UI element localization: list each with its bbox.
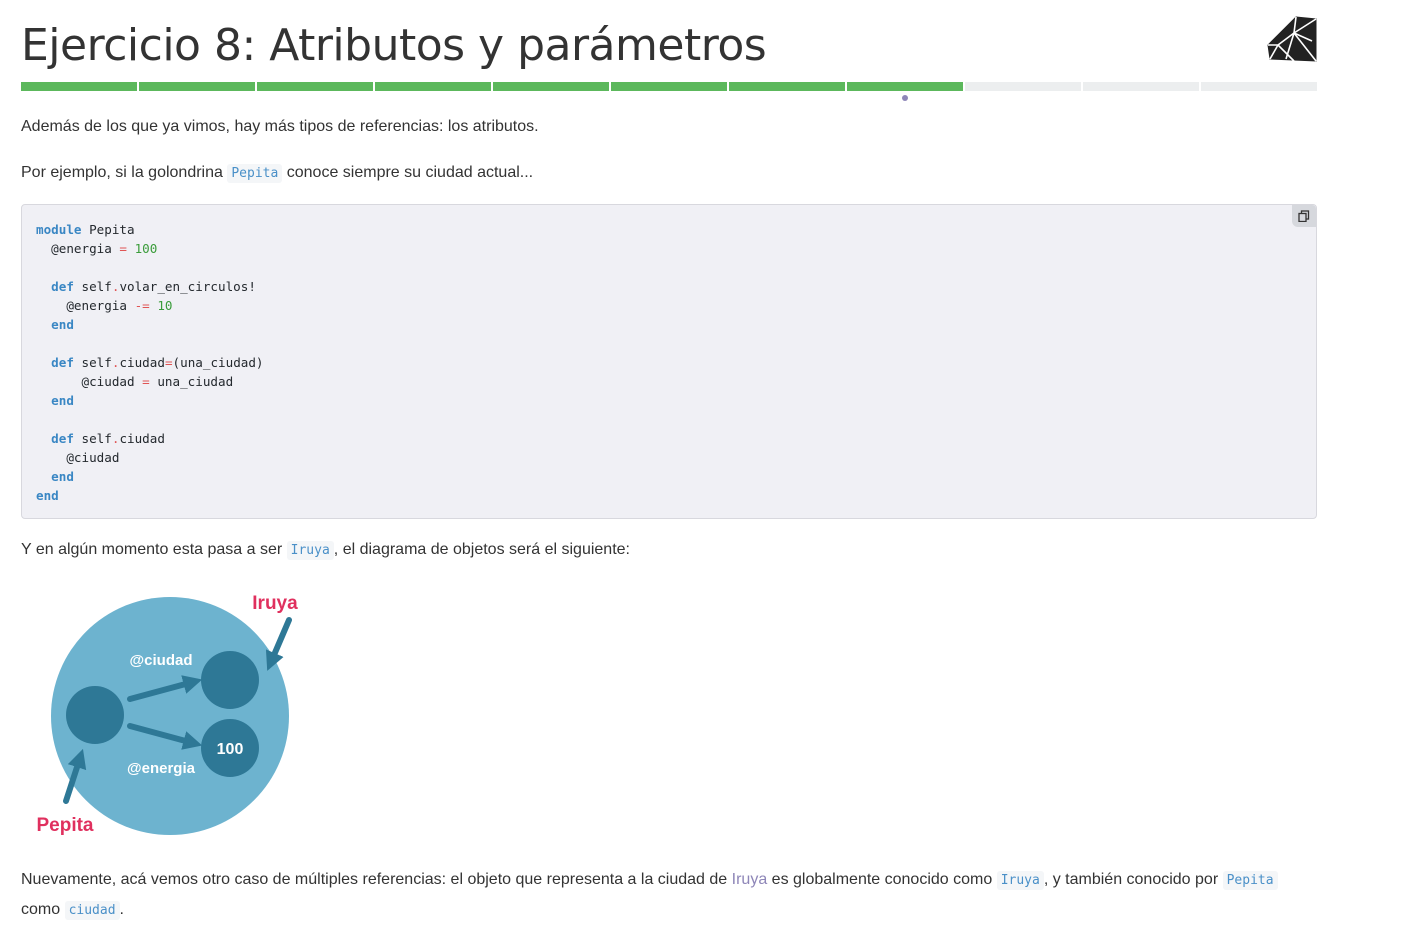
transition-text: Y en algún momento esta pasa a ser xyxy=(21,541,287,558)
energia-label: @energia xyxy=(127,760,196,777)
ruby-source-code: module Pepita @energia = 100 def self.vo… xyxy=(36,222,264,503)
current-step-indicator xyxy=(902,95,908,101)
iruya-link[interactable]: Iruya xyxy=(732,871,768,888)
conclusion-paragraph: Nuevamente, acá vemos otro caso de múlti… xyxy=(21,870,1278,891)
progress-step-1[interactable] xyxy=(21,82,137,91)
energia-value: 100 xyxy=(217,741,244,758)
object-diagram: @ciudad @energia 100 Iruya Pepita xyxy=(30,585,320,840)
code-block: module Pepita @energia = 100 def self.vo… xyxy=(21,204,1317,519)
progress-step-4[interactable] xyxy=(375,82,491,91)
progress-step-3[interactable] xyxy=(257,82,373,91)
conclusion-text-end: . xyxy=(119,901,124,918)
iruya-reference-arrow xyxy=(265,617,292,671)
inline-code-pepita-2: Pepita xyxy=(1222,871,1278,890)
conclusion-text-4: como xyxy=(21,901,65,918)
intro-paragraph: Además de los que ya vimos, hay más tipo… xyxy=(21,118,539,135)
progress-bar xyxy=(21,82,1317,101)
pepita-object xyxy=(66,686,124,744)
progress-step-11[interactable] xyxy=(1201,82,1317,91)
conclusion-text: Nuevamente, acá vemos otro caso de múlti… xyxy=(21,871,732,888)
iruya-object xyxy=(201,651,259,709)
transition-text-end: , el diagrama de objetos será el siguien… xyxy=(333,541,630,558)
ciudad-label: @ciudad xyxy=(130,652,193,669)
progress-step-2[interactable] xyxy=(139,82,255,91)
ruby-gem-icon xyxy=(1266,15,1318,65)
copy-button[interactable] xyxy=(1292,205,1316,227)
progress-step-5[interactable] xyxy=(493,82,609,91)
conclusion-text-3: , y también conocido por xyxy=(1043,871,1223,888)
inline-code-pepita: Pepita xyxy=(227,164,283,183)
progress-step-10[interactable] xyxy=(1083,82,1199,91)
conclusion-text-2: es globalmente conocido como xyxy=(767,871,997,888)
inline-code-ciudad: ciudad xyxy=(64,901,120,920)
progress-step-9[interactable] xyxy=(965,82,1081,91)
progress-step-8[interactable] xyxy=(847,82,963,91)
inline-code-iruya-2: Iruya xyxy=(996,871,1044,890)
example-paragraph: Por ejemplo, si la golondrina Pepita con… xyxy=(21,163,533,184)
pepita-label: Pepita xyxy=(36,815,93,836)
iruya-label: Iruya xyxy=(252,593,298,614)
copy-icon xyxy=(1298,210,1310,222)
inline-code-iruya: Iruya xyxy=(286,541,334,560)
example-text: Por ejemplo, si la golondrina xyxy=(21,164,228,181)
example-text-end: conoce siempre su ciudad actual... xyxy=(282,164,534,181)
transition-paragraph: Y en algún momento esta pasa a ser Iruya… xyxy=(21,540,630,561)
page-title: Ejercicio 8: Atributos y parámetros xyxy=(21,20,767,71)
progress-step-7[interactable] xyxy=(729,82,845,91)
conclusion-paragraph-line2: como ciudad. xyxy=(21,900,124,921)
progress-step-6[interactable] xyxy=(611,82,727,91)
